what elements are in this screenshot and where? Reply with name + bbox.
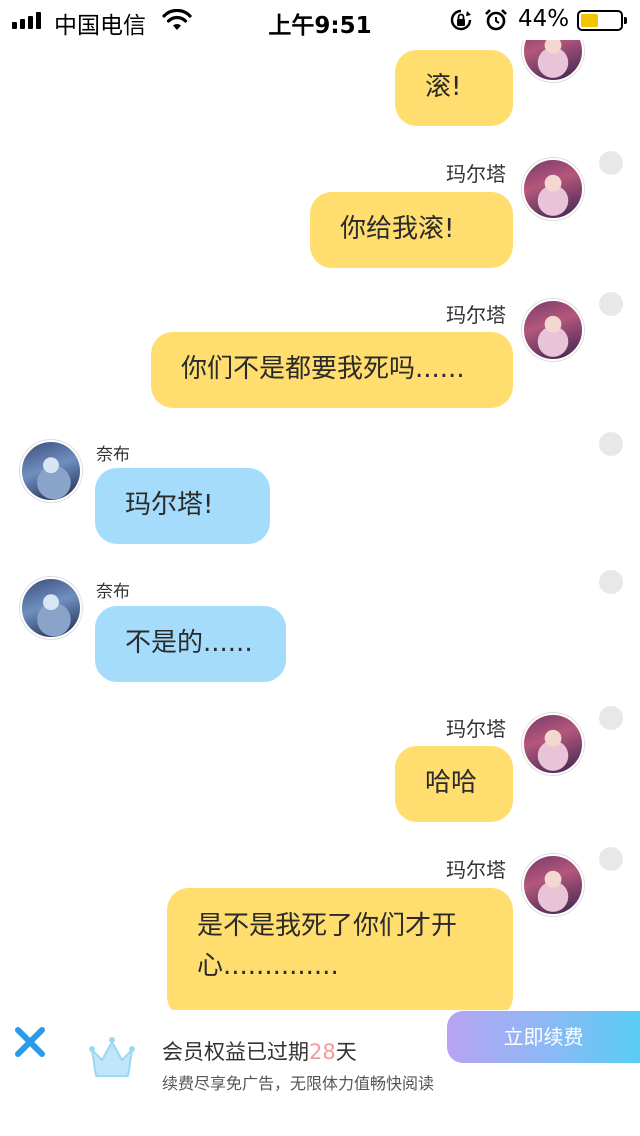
expired-days: 28 [309, 1040, 336, 1064]
message-bubble[interactable]: 是不是我死了你们才开心.............. [167, 888, 513, 1018]
read-status-dot [599, 432, 623, 456]
membership-expired-title: 会员权益已过期28天 [162, 1040, 357, 1064]
avatar-nabu[interactable] [20, 577, 82, 639]
message-bubble[interactable]: 滚! [395, 50, 513, 126]
battery-percent: 44% [518, 6, 570, 32]
status-bar: 中国电信 上午9:51 44% [0, 0, 640, 40]
sender-name: 玛尔塔 [446, 717, 506, 741]
avatar-marta[interactable] [522, 158, 584, 220]
message-bubble[interactable]: 你们不是都要我死吗...... [151, 332, 513, 408]
rotation-lock-icon [450, 9, 472, 31]
sender-name: 奈布 [96, 445, 130, 465]
alarm-icon [485, 9, 507, 31]
crown-icon [89, 1037, 135, 1077]
membership-banner: 会员权益已过期28天 续费尽享免广告，无限体力值畅快阅读 立即续费 [0, 1010, 640, 1136]
close-icon[interactable] [12, 1024, 48, 1060]
avatar-marta[interactable] [522, 713, 584, 775]
message-bubble[interactable]: 不是的...... [95, 606, 286, 682]
sender-name: 奈布 [96, 582, 130, 602]
message-bubble[interactable]: 哈哈 [395, 746, 513, 822]
message-bubble[interactable]: 你给我滚! [310, 192, 513, 268]
sender-name: 玛尔塔 [446, 162, 506, 186]
read-status-dot [599, 847, 623, 871]
battery-icon [577, 10, 627, 31]
renew-button[interactable]: 立即续费 [447, 1011, 640, 1063]
membership-subtitle: 续费尽享免广告，无限体力值畅快阅读 [162, 1074, 435, 1093]
message-bubble[interactable]: 玛尔塔! [95, 468, 270, 544]
read-status-dot [599, 706, 623, 730]
avatar-marta[interactable] [522, 299, 584, 361]
avatar-nabu[interactable] [20, 440, 82, 502]
read-status-dot [599, 570, 623, 594]
sender-name: 玛尔塔 [446, 858, 506, 882]
chat-area: 滚! 玛尔塔 你给我滚! 玛尔塔 你们不是都要我死吗...... 奈布 玛尔塔!… [0, 0, 640, 1136]
read-status-dot [599, 151, 623, 175]
avatar-marta[interactable] [522, 854, 584, 916]
read-status-dot [599, 292, 623, 316]
sender-name: 玛尔塔 [446, 303, 506, 327]
